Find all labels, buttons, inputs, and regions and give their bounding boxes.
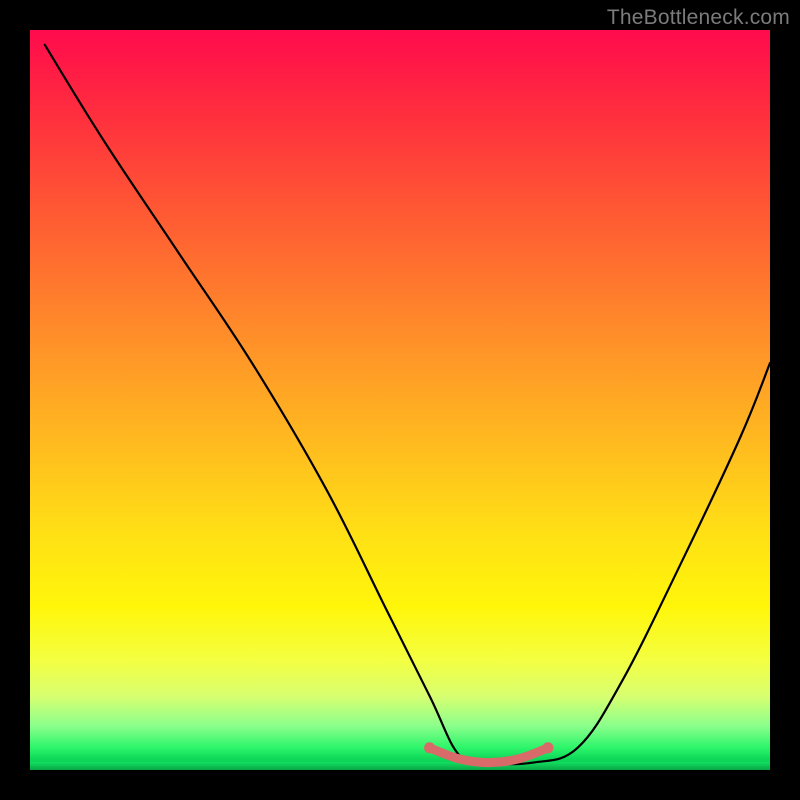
bottleneck-curve <box>45 45 770 764</box>
plot-area <box>30 30 770 770</box>
watermark-text: TheBottleneck.com <box>607 6 790 30</box>
optimal-flat-dot <box>424 742 435 753</box>
curve-svg <box>30 30 770 770</box>
optimal-flat-region <box>430 748 548 763</box>
optimal-flat-dot <box>543 742 554 753</box>
chart-canvas: TheBottleneck.com <box>0 0 800 800</box>
